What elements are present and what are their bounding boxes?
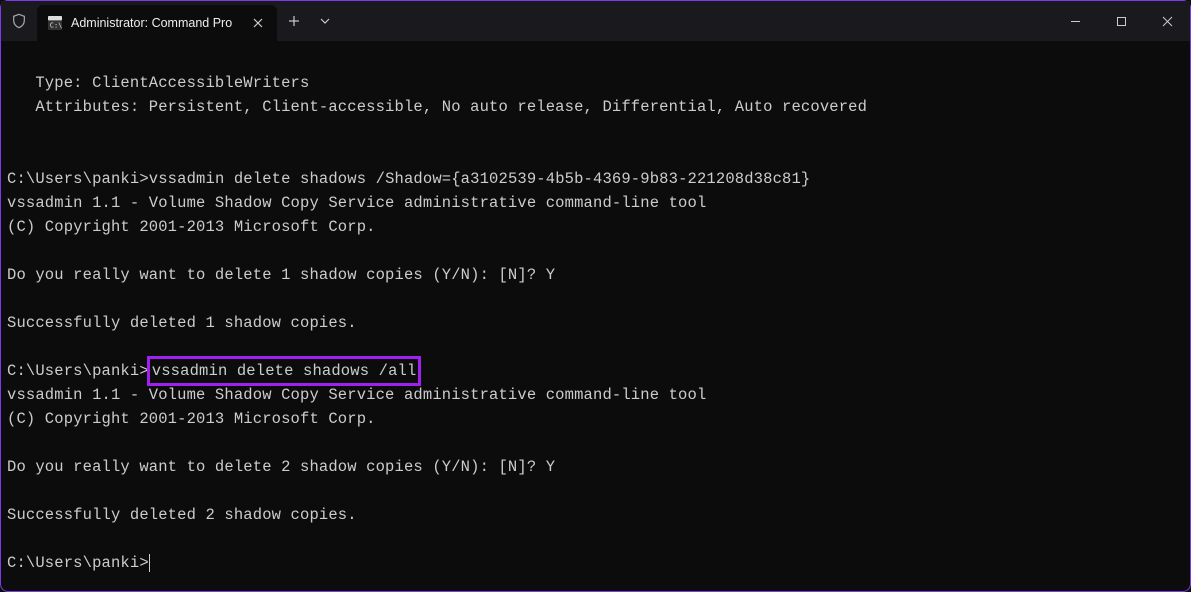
highlighted-command: vssadmin delete shadows /all xyxy=(147,356,422,386)
close-button[interactable] xyxy=(1144,1,1190,41)
new-tab-button[interactable] xyxy=(277,1,311,41)
output-line: Attributes: Persistent, Client-accessibl… xyxy=(7,98,867,116)
prompt: C:\Users\panki> xyxy=(7,554,149,572)
svg-text:C:\: C:\ xyxy=(50,21,62,29)
minimize-button[interactable] xyxy=(1052,1,1098,41)
output-line: Do you really want to delete 2 shadow co… xyxy=(7,458,555,476)
tab-dropdown-button[interactable] xyxy=(311,1,339,41)
tab-title: Administrator: Command Pro xyxy=(71,16,241,30)
output-line: Type: ClientAccessibleWriters xyxy=(7,74,309,92)
cursor xyxy=(149,554,150,572)
shield-icon xyxy=(1,1,37,41)
output-line: (C) Copyright 2001-2013 Microsoft Corp. xyxy=(7,410,376,428)
command-text: vssadmin delete shadows /Shadow={a310253… xyxy=(149,170,811,188)
output-line: vssadmin 1.1 - Volume Shadow Copy Servic… xyxy=(7,194,706,212)
output-line: Do you really want to delete 1 shadow co… xyxy=(7,266,555,284)
output-line: Successfully deleted 1 shadow copies. xyxy=(7,314,357,332)
tab-close-button[interactable] xyxy=(249,14,267,32)
output-line: Successfully deleted 2 shadow copies. xyxy=(7,506,357,524)
active-tab[interactable]: C:\ Administrator: Command Pro xyxy=(37,5,277,41)
prompt: C:\Users\panki> xyxy=(7,170,149,188)
cmd-icon: C:\ xyxy=(47,15,63,31)
window-controls xyxy=(1052,1,1190,41)
maximize-button[interactable] xyxy=(1098,1,1144,41)
command-text: vssadmin delete shadows /all xyxy=(152,362,417,380)
prompt: C:\Users\panki> xyxy=(7,362,149,380)
titlebar: C:\ Administrator: Command Pro xyxy=(1,1,1190,41)
terminal-output[interactable]: Type: ClientAccessibleWriters Attributes… xyxy=(1,41,1190,581)
output-line: vssadmin 1.1 - Volume Shadow Copy Servic… xyxy=(7,386,706,404)
output-line: (C) Copyright 2001-2013 Microsoft Corp. xyxy=(7,218,376,236)
